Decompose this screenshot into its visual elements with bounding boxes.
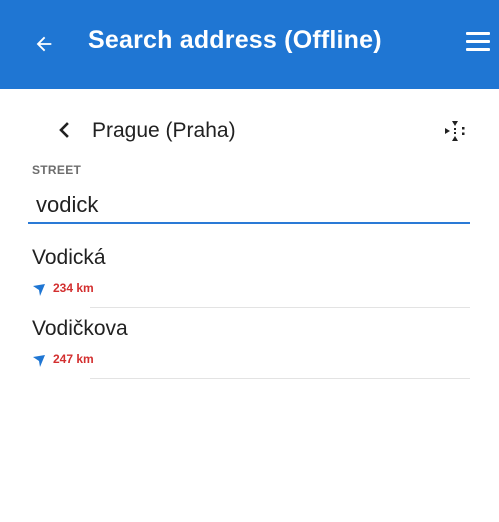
page-title: Search address (Offline)	[88, 26, 382, 54]
divider	[90, 307, 470, 308]
chevron-left-icon	[59, 122, 69, 138]
result-item-vodickova[interactable]: Vodičkova 247 km	[0, 317, 499, 389]
gps-button[interactable]	[441, 117, 469, 145]
hamburger-menu-icon	[466, 32, 490, 35]
street-input[interactable]	[28, 184, 470, 224]
street-label: STREET	[32, 163, 82, 177]
location-row: Prague (Praha)	[0, 108, 499, 152]
result-distance: 247 km	[53, 352, 94, 366]
menu-button[interactable]	[466, 32, 490, 54]
app-bar: Search address (Offline)	[0, 0, 499, 89]
divider	[90, 378, 470, 379]
result-name: Vodická	[32, 246, 106, 269]
back-button[interactable]	[28, 28, 60, 60]
direction-arrow-icon	[33, 355, 45, 367]
direction-arrow-icon	[33, 284, 45, 296]
arrow-left-icon	[36, 36, 52, 52]
result-name: Vodičkova	[32, 317, 128, 340]
result-distance: 234 km	[53, 281, 94, 295]
search-address-screen: Search address (Offline) Prague (Praha)	[0, 0, 499, 522]
gps-crosshair-icon	[445, 121, 465, 141]
city-name: Prague (Praha)	[92, 119, 236, 142]
location-back-button[interactable]	[54, 118, 74, 142]
result-item-vodicka[interactable]: Vodická 234 km	[0, 246, 499, 318]
